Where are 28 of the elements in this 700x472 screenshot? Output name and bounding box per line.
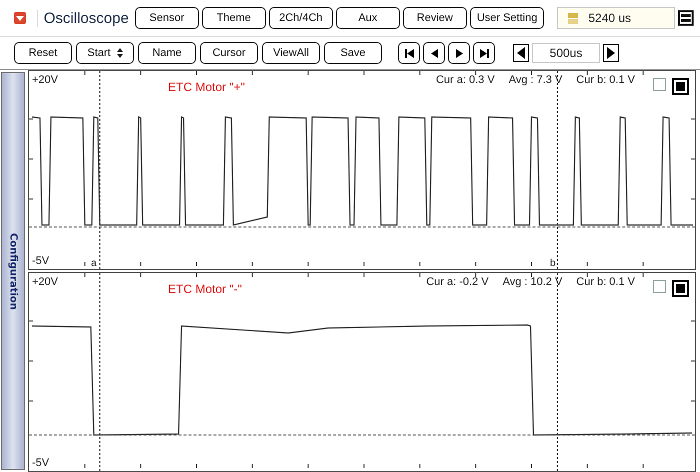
cursor-b-value: Cur b: 0.1 V <box>576 276 635 288</box>
cursor-label: a <box>91 258 97 269</box>
toolbar-button[interactable]: Save <box>324 42 382 64</box>
scale-min-label: -5V <box>32 255 50 267</box>
channel-title: ETC Motor "+" <box>168 80 245 94</box>
timebase-field[interactable]: 500us <box>532 43 600 63</box>
time-value: 5240 us <box>588 11 632 25</box>
cursor-label: b <box>550 258 556 269</box>
scale-min-label: -5V <box>32 457 50 469</box>
menu-button[interactable]: Sensor <box>134 7 199 29</box>
app-title: Oscilloscope <box>36 10 129 26</box>
menu-button[interactable]: User Setting <box>470 7 544 29</box>
menu-button[interactable]: 2Ch/4Ch <box>268 7 333 29</box>
toolbar-button[interactable]: ViewAll <box>262 42 320 64</box>
cursor-a-value: Cur a: -0.2 V <box>426 276 489 288</box>
cursor-b-value: Cur b: 0.1 V <box>576 74 635 86</box>
scale-max-label: +20V <box>32 74 58 86</box>
start-dropdown[interactable]: Start <box>76 42 134 64</box>
configuration-tab[interactable]: Configuration <box>1 72 25 470</box>
cursor-a-value: Cur a: 0.3 V <box>436 74 495 86</box>
menu-button[interactable]: Theme <box>202 7 266 29</box>
menu-button[interactable]: Review <box>402 7 467 29</box>
toolbar-button[interactable]: Cursor <box>200 42 258 64</box>
scale-max-label: +20V <box>32 276 58 288</box>
menu-button[interactable]: Aux <box>336 7 400 29</box>
channel-title: ETC Motor "-" <box>168 282 242 296</box>
toolbar-button[interactable]: Name <box>138 42 196 64</box>
toolbar-button[interactable]: Reset <box>14 42 72 64</box>
